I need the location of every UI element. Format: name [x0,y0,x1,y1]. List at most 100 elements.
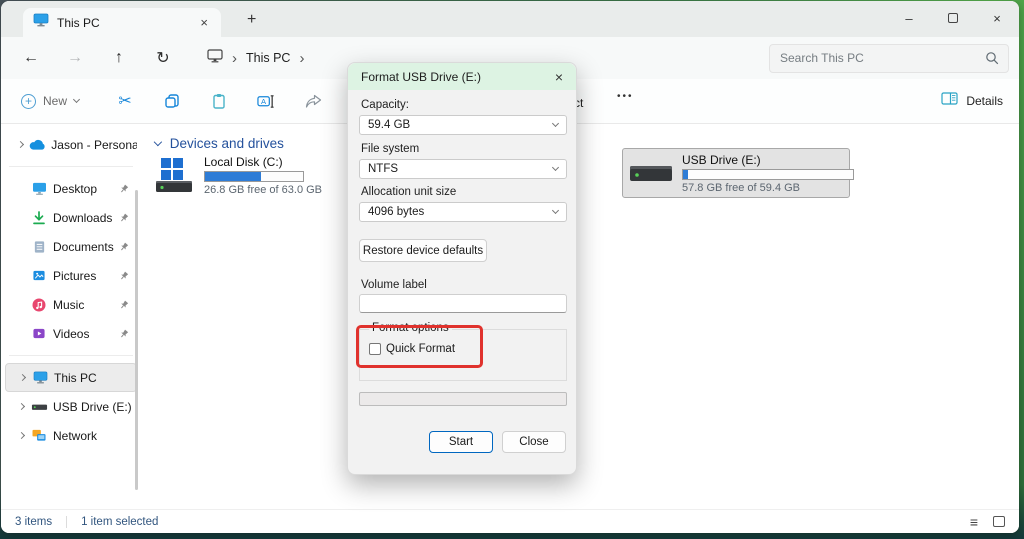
music-icon [29,298,49,312]
search-icon[interactable] [985,51,999,65]
sidebar-scrollbar[interactable] [135,190,138,490]
volume-label-input[interactable] [359,294,567,313]
new-button[interactable]: + New [21,94,87,109]
sidebar-item-label: Pictures [53,269,96,283]
drive-usage-bar [204,171,304,182]
tab-title: This PC [57,16,189,30]
minimize-icon[interactable]: – [887,1,931,35]
capacity-label: Capacity: [361,99,409,111]
start-button[interactable]: Start [429,431,493,453]
cut-icon[interactable]: ✂ [116,91,134,111]
sidebar-divider [9,166,133,167]
sidebar-item-usb-drive[interactable]: USB Drive (E:) [5,392,137,421]
sidebar-item-onedrive[interactable]: Jason - Personal [5,130,137,159]
quick-format-label: Quick Format [386,343,455,355]
details-pane-icon [941,92,958,110]
chevron-right-icon[interactable] [13,142,28,147]
file-system-label: File system [361,143,419,155]
this-pc-icon [33,13,49,32]
share-icon[interactable] [304,94,322,109]
sidebar-item-videos[interactable]: Videos [5,319,137,348]
quick-format-checkbox[interactable] [369,343,381,355]
breadcrumb-this-pc[interactable]: This PC [246,51,290,65]
sidebar-item-label: Downloads [53,211,112,225]
dialog-close-icon[interactable]: × [552,69,566,85]
usb-drive-icon [29,402,49,412]
selection-count: 1 item selected [81,516,158,528]
sidebar-item-label: Jason - Personal [51,138,137,152]
maximize-icon[interactable] [931,1,975,35]
usb-drive-icon [629,162,673,184]
network-icon [29,429,49,442]
restore-defaults-button[interactable]: Restore device defaults [359,239,487,262]
volume-label: Volume label [361,279,427,291]
breadcrumb-this-pc-icon[interactable] [207,49,223,68]
sidebar-item-documents[interactable]: Documents [5,232,137,261]
quick-format-option[interactable]: Quick Format [369,343,455,355]
pictures-icon [29,269,49,282]
pin-icon [119,242,129,252]
chevron-down-icon[interactable] [154,138,162,146]
sidebar-item-desktop[interactable]: Desktop [5,174,137,203]
tab-this-pc[interactable]: This PC × [23,8,221,37]
allocation-select[interactable]: 4096 bytes [359,202,567,222]
capacity-value: 59.4 GB [368,119,553,131]
search-box[interactable] [769,44,1009,73]
sidebar-item-this-pc[interactable]: This PC [5,363,137,392]
up-icon[interactable]: ↑ [105,49,133,67]
file-system-select[interactable]: NTFS [359,159,567,179]
copy-icon[interactable] [163,93,181,109]
close-button[interactable]: Close [502,431,566,453]
rename-icon[interactable]: A [257,94,275,109]
back-icon[interactable]: ← [17,49,45,67]
format-options-group [359,329,567,381]
new-button-label: New [43,94,67,108]
local-disk-icon [153,156,195,194]
sidebar-item-label: Network [53,429,97,443]
chevron-right-icon[interactable] [14,375,30,380]
search-input[interactable] [770,51,985,65]
drive-tile-usb-selected[interactable]: USB Drive (E:) 57.8 GB free of 59.4 GB [622,148,850,198]
sidebar-item-music[interactable]: Music [5,290,137,319]
sidebar-item-network[interactable]: Network [5,421,137,450]
sidebar-item-pictures[interactable]: Pictures [5,261,137,290]
new-tab-button[interactable]: + [239,9,264,31]
desktop-background: This PC × + – × ← → ↑ ↻ › This PC › [0,0,1024,539]
file-system-value: NTFS [368,163,553,175]
thumbnail-view-icon[interactable] [993,516,1005,527]
plus-circle-icon: + [21,94,36,109]
refresh-icon[interactable]: ↻ [149,48,177,68]
pin-icon [119,329,129,339]
videos-icon [29,327,49,340]
tab-close-icon[interactable]: × [197,15,211,30]
capacity-select[interactable]: 59.4 GB [359,115,567,135]
sidebar-item-label: Videos [53,327,89,341]
svg-text:A: A [261,97,267,106]
format-progress-bar [359,392,567,406]
format-options-label: Format options [369,322,452,334]
dialog-title-bar: Format USB Drive (E:) × [348,63,576,90]
chevron-down-icon [552,164,559,171]
format-usb-dialog: Format USB Drive (E:) × Capacity: 59.4 G… [347,62,577,475]
breadcrumb-chevron-icon: › [232,50,237,67]
downloads-icon [29,211,49,225]
pin-icon [119,213,129,223]
sidebar-divider [9,355,133,356]
chevron-right-icon[interactable] [13,404,29,409]
breadcrumb: › This PC › [207,49,304,68]
forward-icon[interactable]: → [61,49,89,67]
pin-icon [119,271,129,281]
chevron-down-icon [552,120,559,127]
paste-icon[interactable] [210,93,228,109]
details-button[interactable]: Details [941,92,1003,110]
chevron-right-icon[interactable] [13,433,29,438]
navigation-pane: Jason - Personal Desktop Downloads [1,124,141,509]
sidebar-item-downloads[interactable]: Downloads [5,203,137,232]
tab-bar: This PC × + – × [1,1,1019,37]
list-view-icon[interactable]: ≡ [970,514,978,530]
close-icon[interactable]: × [975,1,1019,35]
sidebar-item-label: This PC [54,371,97,385]
sidebar-item-label: USB Drive (E:) [53,400,132,414]
items-count: 3 items [15,516,52,528]
more-options-icon[interactable]: ••• [617,91,634,102]
